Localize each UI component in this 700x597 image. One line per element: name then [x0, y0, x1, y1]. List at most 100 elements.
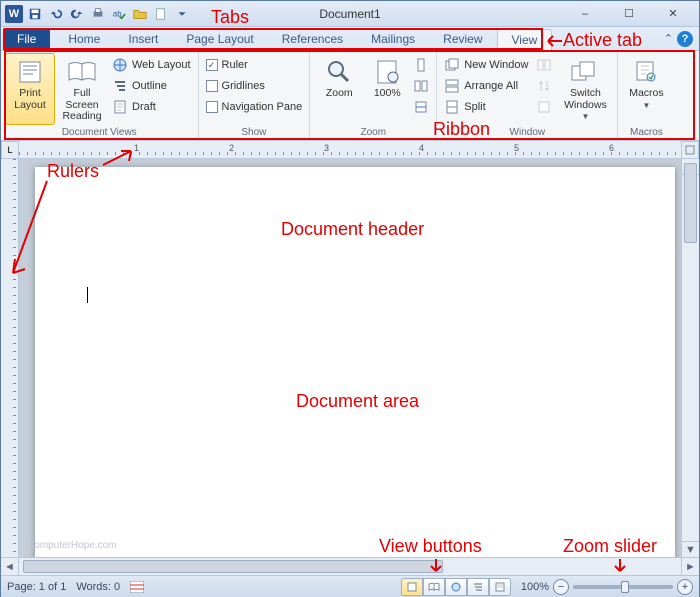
side-by-side-icon — [536, 57, 552, 73]
macros-icon — [630, 58, 662, 86]
tab-review[interactable]: Review — [429, 28, 496, 50]
draft-icon — [112, 99, 128, 115]
group-macros: Macros ▼ Macros — [618, 51, 674, 140]
save-icon[interactable] — [26, 5, 44, 23]
horizontal-ruler[interactable]: 1 2 3 4 5 6 — [19, 141, 681, 159]
hscroll-thumb[interactable] — [23, 560, 443, 573]
help-icon[interactable]: ? — [677, 31, 693, 47]
checkbox-icon — [206, 80, 218, 92]
status-page[interactable]: Page: 1 of 1 — [7, 581, 66, 593]
sync-scroll-icon — [536, 78, 552, 94]
sync-scroll-button[interactable] — [533, 76, 555, 96]
switch-windows-icon — [569, 58, 601, 86]
view-side-by-side-button[interactable] — [533, 55, 555, 75]
tab-home[interactable]: Home — [54, 28, 114, 50]
tab-file[interactable]: File — [3, 28, 50, 50]
close-button[interactable]: ✕ — [651, 3, 695, 25]
print-layout-icon — [14, 58, 46, 86]
ruler-checkbox[interactable]: ✓Ruler — [203, 55, 306, 75]
view-print-layout-button[interactable] — [401, 578, 423, 596]
view-web-layout-button[interactable] — [445, 578, 467, 596]
full-screen-label: Full Screen Reading — [58, 88, 106, 123]
page-width-icon — [413, 99, 429, 115]
page-area[interactable]: ComputerHope.com — [19, 159, 681, 557]
draft-button[interactable]: Draft — [109, 97, 194, 117]
ruler-toggle[interactable] — [681, 141, 699, 159]
redo-icon[interactable] — [68, 5, 86, 23]
vertical-scrollbar[interactable]: ▲ ▼ — [681, 159, 699, 557]
scroll-right-icon[interactable]: ► — [681, 558, 699, 575]
view-buttons — [401, 578, 511, 596]
tab-mailings[interactable]: Mailings — [357, 28, 429, 50]
page-width-button[interactable] — [410, 97, 432, 117]
group-zoom: Zoom 100% Zoom — [310, 51, 437, 140]
qat-dropdown-icon[interactable] — [173, 5, 191, 23]
new-icon[interactable] — [152, 5, 170, 23]
group-window: New Window Arrange All Split Switch Wind… — [437, 51, 618, 140]
minimize-button[interactable]: – — [563, 3, 607, 25]
minimize-ribbon-icon[interactable]: ⌃ — [664, 32, 673, 45]
tab-page-layout[interactable]: Page Layout — [172, 28, 267, 50]
book-icon — [66, 58, 98, 86]
open-icon[interactable] — [131, 5, 149, 23]
zoom-slider-knob[interactable] — [621, 581, 629, 593]
view-full-screen-button[interactable] — [423, 578, 445, 596]
tab-view[interactable]: View — [497, 29, 553, 51]
macros-button[interactable]: Macros ▼ — [622, 53, 670, 125]
switch-windows-button[interactable]: Switch Windows ▼ — [557, 53, 613, 125]
zoom-100-button[interactable]: 100% — [366, 53, 408, 125]
scroll-thumb[interactable] — [684, 163, 697, 243]
tab-references[interactable]: References — [268, 28, 357, 50]
zoom-in-button[interactable]: + — [677, 579, 693, 595]
reset-window-icon — [536, 99, 552, 115]
title-bar: W ab Document1 – ☐ ✕ — [1, 1, 699, 27]
zoom-percent[interactable]: 100% — [521, 581, 549, 593]
split-icon — [444, 99, 460, 115]
print-preview-icon[interactable] — [89, 5, 107, 23]
document-page[interactable] — [35, 167, 675, 557]
view-outline-button[interactable] — [467, 578, 489, 596]
gridlines-checkbox[interactable]: Gridlines — [203, 76, 306, 96]
reset-window-button[interactable] — [533, 97, 555, 117]
scroll-left-icon[interactable]: ◄ — [1, 558, 19, 575]
magnifier-icon — [323, 58, 355, 86]
status-bar: Page: 1 of 1 Words: 0 100% − + — [1, 575, 699, 597]
watermark: ComputerHope.com — [27, 540, 116, 551]
horizontal-scrollbar[interactable]: ◄ ► — [1, 557, 699, 575]
group-label-window: Window — [510, 127, 546, 138]
checkbox-checked-icon: ✓ — [206, 59, 218, 71]
print-layout-label: Print Layout — [6, 88, 54, 111]
status-words[interactable]: Words: 0 — [76, 581, 120, 593]
window-controls: – ☐ ✕ — [563, 3, 695, 25]
checkbox-icon — [206, 101, 218, 113]
tab-insert[interactable]: Insert — [114, 28, 172, 50]
zoom-button[interactable]: Zoom — [314, 53, 364, 125]
undo-icon[interactable] — [47, 5, 65, 23]
view-draft-button[interactable] — [489, 578, 511, 596]
zoom-out-button[interactable]: − — [553, 579, 569, 595]
zoom-slider[interactable] — [573, 585, 673, 589]
two-pages-button[interactable] — [410, 76, 432, 96]
split-button[interactable]: Split — [441, 97, 531, 117]
one-page-button[interactable] — [410, 55, 432, 75]
quick-access-toolbar: W ab — [5, 5, 191, 23]
navigation-pane-checkbox[interactable]: Navigation Pane — [203, 97, 306, 117]
outline-button[interactable]: Outline — [109, 76, 194, 96]
group-document-views: Print Layout Full Screen Reading Web Lay… — [1, 51, 199, 140]
word-app-icon: W — [5, 5, 23, 23]
tab-selector[interactable]: L — [1, 141, 19, 159]
maximize-button[interactable]: ☐ — [607, 3, 651, 25]
full-screen-reading-button[interactable]: Full Screen Reading — [57, 53, 107, 125]
group-label-macros: Macros — [630, 127, 663, 138]
new-window-icon — [444, 57, 460, 73]
ribbon: Print Layout Full Screen Reading Web Lay… — [1, 51, 699, 141]
language-icon[interactable] — [130, 581, 144, 593]
arrange-all-button[interactable]: Arrange All — [441, 76, 531, 96]
spellcheck-icon[interactable]: ab — [110, 5, 128, 23]
new-window-button[interactable]: New Window — [441, 55, 531, 75]
scroll-down-icon[interactable]: ▼ — [682, 541, 699, 557]
hscroll-track[interactable] — [19, 558, 681, 575]
web-layout-button[interactable]: Web Layout — [109, 55, 194, 75]
print-layout-button[interactable]: Print Layout — [5, 53, 55, 125]
vertical-ruler[interactable] — [1, 159, 19, 557]
